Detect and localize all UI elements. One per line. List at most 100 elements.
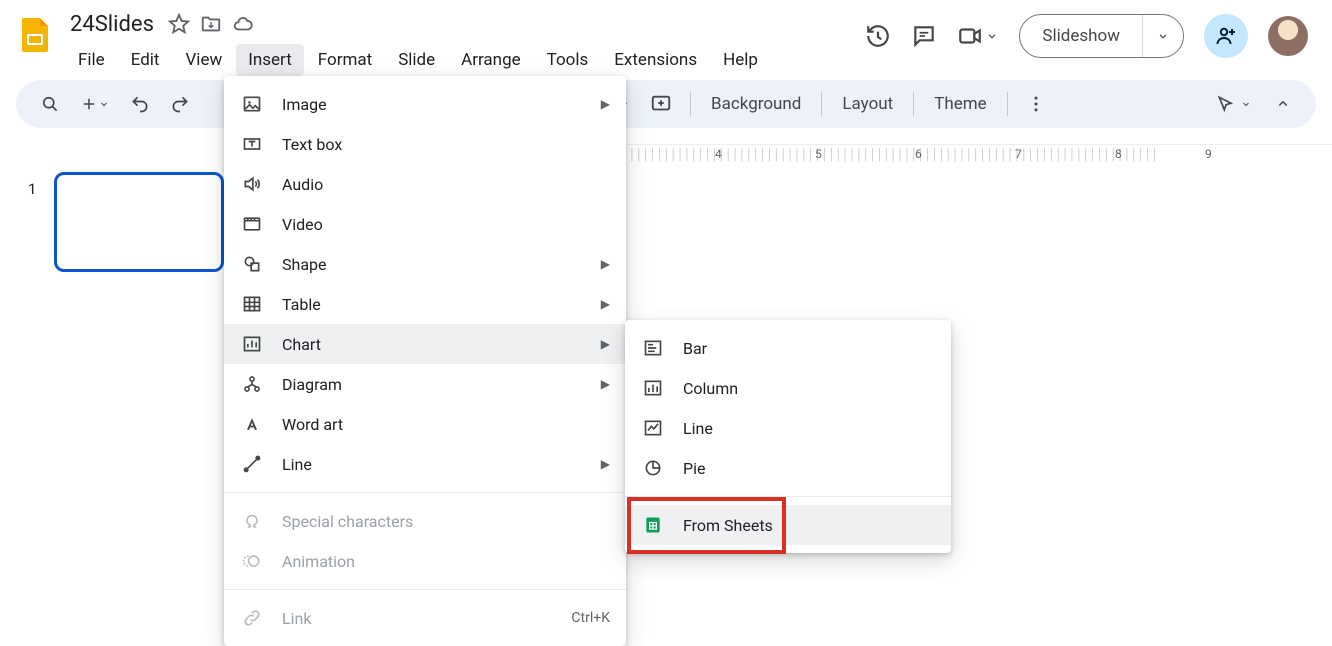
menu-format[interactable]: Format — [306, 44, 384, 76]
slide-thumbnail[interactable] — [54, 172, 224, 272]
chevron-down-icon — [985, 29, 999, 43]
insert-video-item[interactable]: Video — [224, 204, 626, 244]
menu-divider — [224, 589, 626, 590]
insert-chart-item[interactable]: Chart ▶ — [224, 324, 626, 364]
insert-audio-item[interactable]: Audio — [224, 164, 626, 204]
column-chart-icon — [641, 376, 665, 400]
chart-line-item[interactable]: Line — [625, 408, 951, 448]
menu-arrange[interactable]: Arrange — [449, 44, 532, 76]
diagram-icon — [240, 372, 264, 396]
share-button[interactable] — [1204, 14, 1248, 58]
undo-button[interactable] — [124, 88, 156, 120]
insert-textbox-label: Text box — [282, 135, 342, 154]
insert-shape-item[interactable]: Shape ▶ — [224, 244, 626, 284]
insert-link-item: Link Ctrl+K — [224, 598, 626, 638]
chart-pie-label: Pie — [683, 459, 705, 478]
insert-diagram-label: Diagram — [282, 375, 342, 394]
background-button[interactable]: Background — [703, 90, 809, 118]
wordart-icon — [240, 412, 264, 436]
line-chart-icon — [641, 416, 665, 440]
menu-help[interactable]: Help — [711, 44, 770, 76]
mode-button[interactable] — [1210, 88, 1258, 120]
insert-special-chars-label: Special characters — [282, 512, 413, 531]
cloud-status-icon[interactable] — [232, 13, 254, 35]
chart-icon — [240, 332, 264, 356]
redo-button[interactable] — [164, 88, 196, 120]
move-folder-icon[interactable] — [200, 13, 222, 35]
insert-image-label: Image — [282, 95, 327, 114]
menu-extensions[interactable]: Extensions — [602, 44, 709, 76]
layout-button[interactable]: Layout — [834, 90, 901, 118]
add-comment-icon[interactable] — [644, 87, 678, 121]
menu-divider — [625, 496, 951, 497]
history-icon[interactable] — [865, 23, 891, 49]
account-avatar[interactable] — [1268, 16, 1308, 56]
link-icon — [240, 606, 264, 630]
insert-special-chars-item: Special characters — [224, 501, 626, 541]
submenu-arrow-icon: ▶ — [601, 337, 610, 351]
chart-column-label: Column — [683, 379, 738, 398]
pie-chart-icon — [641, 456, 665, 480]
menu-insert[interactable]: Insert — [236, 44, 304, 76]
submenu-arrow-icon: ▶ — [601, 257, 610, 271]
insert-textbox-item[interactable]: Text box — [224, 124, 626, 164]
menu-slide[interactable]: Slide — [386, 44, 447, 76]
menu-divider — [224, 492, 626, 493]
slides-logo[interactable] — [16, 14, 56, 54]
table-icon — [240, 292, 264, 316]
chart-from-sheets-item[interactable]: From Sheets — [625, 505, 951, 545]
chart-bar-item[interactable]: Bar — [625, 328, 951, 368]
sheets-icon — [641, 513, 665, 537]
insert-diagram-item[interactable]: Diagram ▶ — [224, 364, 626, 404]
person-add-icon — [1214, 24, 1238, 48]
insert-shape-label: Shape — [282, 255, 326, 274]
chart-column-item[interactable]: Column — [625, 368, 951, 408]
document-title[interactable]: 24Slides — [66, 10, 158, 39]
menu-file[interactable]: File — [66, 44, 117, 76]
title-block: 24Slides File Edit View Insert Format Sl… — [66, 8, 770, 76]
insert-video-label: Video — [282, 215, 323, 234]
menu-tools[interactable]: Tools — [535, 44, 601, 76]
insert-image-item[interactable]: Image ▶ — [224, 84, 626, 124]
insert-animation-label: Animation — [282, 552, 355, 571]
meet-button[interactable] — [957, 23, 999, 49]
collapse-toolbar-icon[interactable] — [1268, 89, 1298, 119]
chevron-down-icon — [1156, 29, 1170, 43]
insert-chart-label: Chart — [282, 335, 321, 354]
new-slide-button[interactable] — [74, 89, 116, 119]
insert-link-label: Link — [282, 609, 311, 628]
menu-edit[interactable]: Edit — [119, 44, 172, 76]
menu-view[interactable]: View — [173, 44, 234, 76]
chevron-down-icon — [98, 98, 110, 110]
comments-icon[interactable] — [911, 23, 937, 49]
shape-icon — [240, 252, 264, 276]
omega-icon — [240, 509, 264, 533]
slideshow-button[interactable]: Slideshow — [1020, 15, 1143, 57]
insert-line-item[interactable]: Line ▶ — [224, 444, 626, 484]
image-icon — [240, 92, 264, 116]
more-vert-icon[interactable] — [1020, 88, 1052, 120]
filmstrip: 1 — [0, 170, 225, 643]
search-menus-icon[interactable] — [34, 88, 66, 120]
slideshow-group: Slideshow — [1019, 14, 1184, 58]
insert-menu: Image ▶ Text box Audio Video Shape ▶ Tab… — [224, 76, 626, 646]
chart-submenu: Bar Column Line Pie From Sheets — [625, 320, 951, 553]
star-icon[interactable] — [168, 13, 190, 35]
theme-button[interactable]: Theme — [926, 90, 994, 118]
textbox-icon — [240, 132, 264, 156]
bar-chart-icon — [641, 336, 665, 360]
insert-table-item[interactable]: Table ▶ — [224, 284, 626, 324]
insert-table-label: Table — [282, 295, 321, 314]
slideshow-dropdown[interactable] — [1143, 29, 1183, 43]
insert-link-shortcut: Ctrl+K — [571, 610, 610, 626]
submenu-arrow-icon: ▶ — [601, 377, 610, 391]
slide-number: 1 — [28, 180, 36, 198]
insert-animation-item: Animation — [224, 541, 626, 581]
insert-line-label: Line — [282, 455, 312, 474]
chart-bar-label: Bar — [683, 339, 707, 358]
insert-wordart-item[interactable]: Word art — [224, 404, 626, 444]
insert-wordart-label: Word art — [282, 415, 343, 434]
line-icon — [240, 452, 264, 476]
chart-pie-item[interactable]: Pie — [625, 448, 951, 488]
toolbar: Background Layout Theme — [16, 80, 1316, 128]
